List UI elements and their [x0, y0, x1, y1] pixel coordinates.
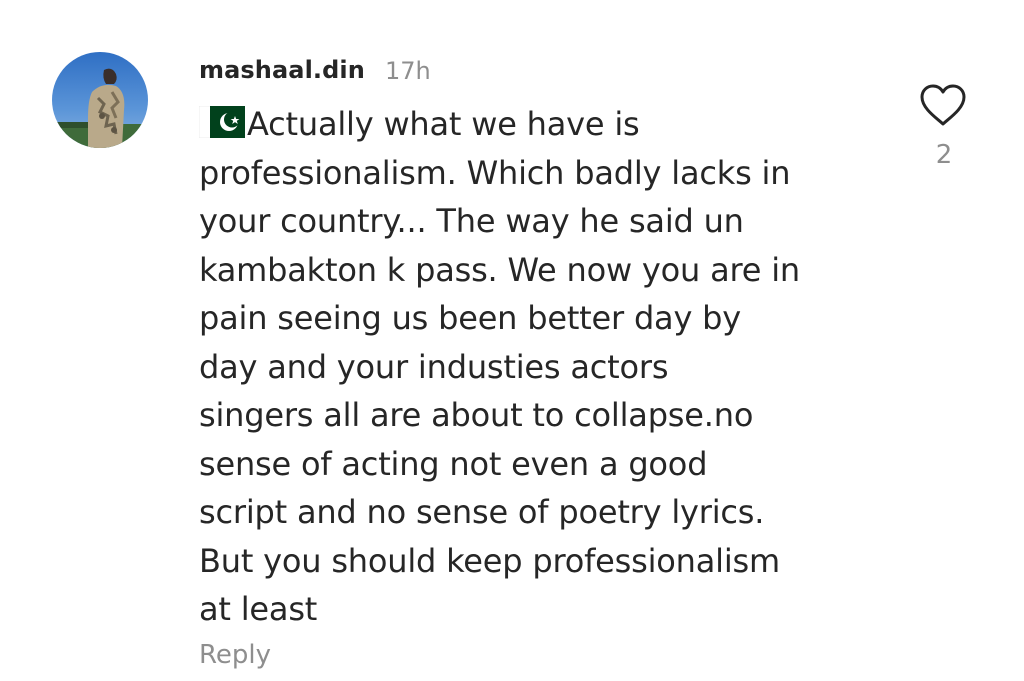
avatar[interactable]	[52, 52, 148, 148]
heart-outline-icon	[920, 84, 966, 126]
pakistan-flag-icon	[198, 103, 245, 139]
comment-line: professionalism. Which badly lacks in	[199, 153, 791, 192]
comment-line: singers all are about to collapse.no	[199, 396, 754, 434]
comment-line: script and no sense of poetry lyrics.	[199, 493, 765, 531]
comment-line: sense of acting not even a good	[199, 444, 708, 483]
comment-text: Actually what we have is professionalism…	[198, 100, 859, 634]
like-button[interactable]	[918, 82, 968, 128]
like-count: 2	[935, 140, 953, 170]
comment-timestamp: 17h	[385, 57, 431, 85]
comment-line: pain seeing us been better day by	[199, 299, 742, 337]
comment-line: kambakton k pass. We now you are in	[199, 250, 800, 289]
avatar-photo	[52, 52, 148, 148]
comment-line: your country... The way he said un	[199, 202, 744, 240]
comment-line: day and your industies actors	[199, 347, 669, 386]
comment-username[interactable]: mashaal.din	[199, 56, 365, 84]
reply-button[interactable]: Reply	[199, 640, 271, 670]
comment-line: But you should keep professionalism	[199, 541, 780, 580]
comment-line: at least	[199, 590, 318, 628]
comment-line: Actually what we have is	[198, 100, 859, 149]
